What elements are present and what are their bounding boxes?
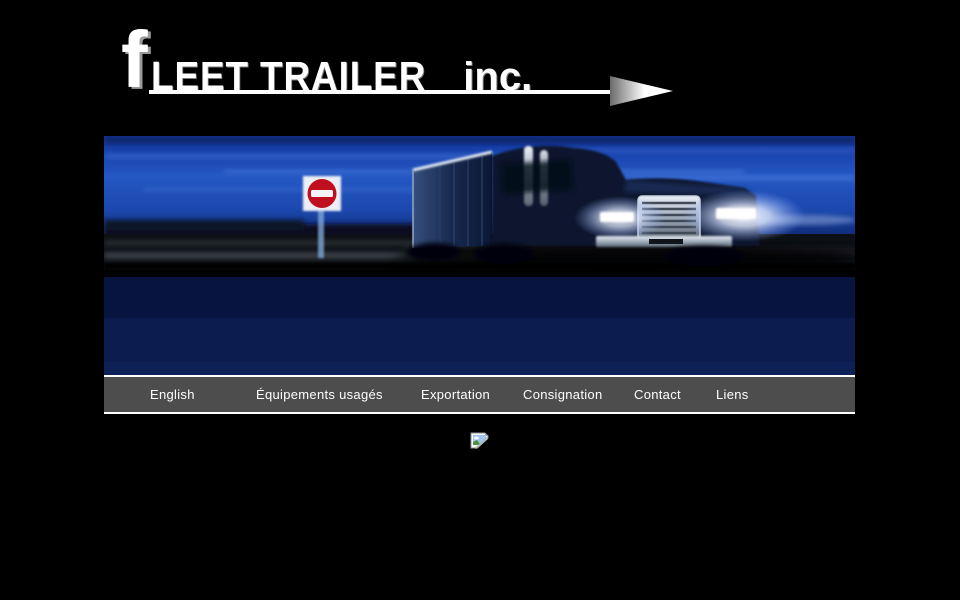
nav-item-consignation[interactable]: Consignation — [523, 377, 603, 412]
nav-item-contact[interactable]: Contact — [634, 377, 681, 412]
spacer-band-dark — [104, 277, 855, 318]
logo: f LEET TRAILER inc. — [0, 0, 960, 130]
nav-item-english[interactable]: English — [150, 377, 195, 412]
nav-item-equipements-usages[interactable]: Équipements usagés — [256, 377, 383, 412]
nav-item-exportation[interactable]: Exportation — [421, 377, 490, 412]
truck-banner-image — [104, 136, 855, 270]
logo-initial: f — [121, 20, 148, 100]
spacer-band-light — [104, 362, 855, 375]
spacer-band-medium — [104, 318, 855, 362]
main-nav: English Équipements usagés Exportation C… — [104, 375, 855, 414]
right-arrow-icon — [610, 76, 673, 106]
logo-underline — [149, 90, 621, 94]
nav-item-liens[interactable]: Liens — [716, 377, 749, 412]
broken-image-icon — [470, 432, 490, 450]
page-root: f LEET TRAILER inc. — [0, 0, 960, 600]
